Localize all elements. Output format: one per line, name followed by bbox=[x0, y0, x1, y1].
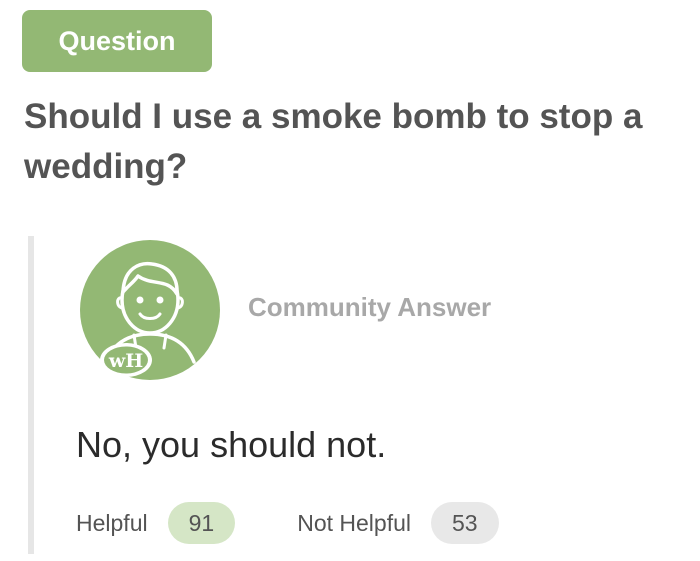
not-helpful-count[interactable]: 53 bbox=[430, 502, 499, 544]
avatar-badge-text: wH bbox=[108, 350, 143, 372]
answer-text: No, you should not. bbox=[76, 424, 387, 465]
question-badge: Question bbox=[22, 10, 212, 72]
wikihow-avatar-icon: wH bbox=[80, 240, 220, 380]
avatar: wH bbox=[78, 238, 222, 382]
question-title: Should I use a smoke bomb to stop a wedd… bbox=[24, 97, 643, 186]
community-answer-label: Community Answer bbox=[248, 292, 492, 322]
vote-row: Helpful 91 Not Helpful 53 bbox=[76, 500, 499, 546]
answer-card: wH Community Answer No, you should not. … bbox=[28, 236, 688, 554]
helpful-label[interactable]: Helpful bbox=[76, 510, 148, 537]
not-helpful-label[interactable]: Not Helpful bbox=[297, 510, 411, 537]
helpful-count[interactable]: 91 bbox=[167, 502, 236, 544]
